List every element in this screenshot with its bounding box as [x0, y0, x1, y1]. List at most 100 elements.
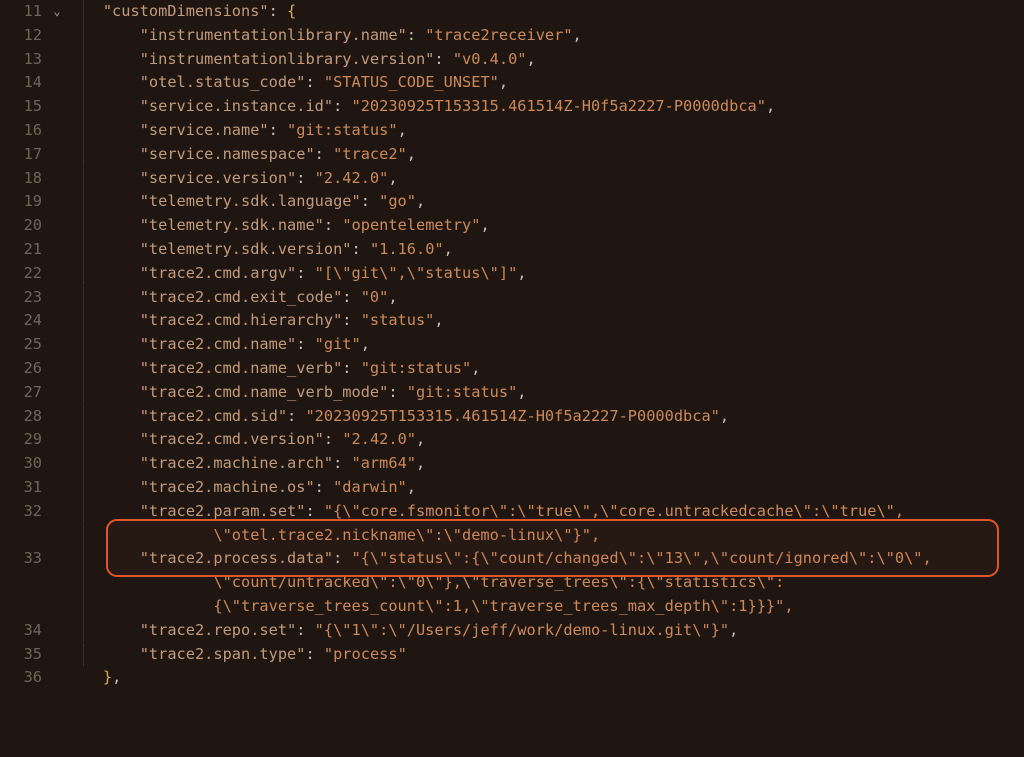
- code-line[interactable]: 20 "telemetry.sdk.name": "opentelemetry"…: [0, 214, 1024, 238]
- code-line[interactable]: 32 "trace2.param.set": "{\"core.fsmonito…: [0, 500, 1024, 524]
- code-line[interactable]: 11⌄ "customDimensions": {: [0, 0, 1024, 24]
- code-content[interactable]: "trace2.machine.arch": "arm64",: [66, 452, 1024, 476]
- json-key: "trace2.cmd.name": [140, 335, 297, 353]
- code-content[interactable]: "trace2.cmd.sid": "20230925T153315.46151…: [66, 405, 1024, 429]
- code-line[interactable]: 35 "trace2.span.type": "process": [0, 643, 1024, 667]
- json-key: "service.instance.id": [140, 97, 333, 115]
- colon: :: [296, 621, 314, 639]
- code-line[interactable]: 29 "trace2.cmd.version": "2.42.0",: [0, 428, 1024, 452]
- code-content[interactable]: "trace2.repo.set": "{\"1\":\"/Users/jeff…: [66, 619, 1024, 643]
- json-key: "trace2.cmd.argv": [140, 264, 297, 282]
- code-content[interactable]: "trace2.cmd.version": "2.42.0",: [66, 428, 1024, 452]
- code-content[interactable]: "trace2.cmd.hierarchy": "status",: [66, 309, 1024, 333]
- code-content[interactable]: \"otel.trace2.nickname\":\"demo-linux\"}…: [66, 524, 1024, 548]
- code-content[interactable]: "otel.status_code": "STATUS_CODE_UNSET",: [66, 71, 1024, 95]
- code-content[interactable]: "service.name": "git:status",: [66, 119, 1024, 143]
- code-line[interactable]: 21 "telemetry.sdk.version": "1.16.0",: [0, 238, 1024, 262]
- json-string: "status": [361, 311, 435, 329]
- code-content[interactable]: "trace2.span.type": "process": [66, 643, 1024, 667]
- code-content[interactable]: },: [66, 666, 1024, 690]
- code-editor[interactable]: 11⌄ "customDimensions": {12 "instrumenta…: [0, 0, 1024, 690]
- code-content[interactable]: "service.namespace": "trace2",: [66, 143, 1024, 167]
- fold-gutter: [48, 619, 66, 621]
- code-content[interactable]: "service.instance.id": "20230925T153315.…: [66, 95, 1024, 119]
- code-line[interactable]: 23 "trace2.cmd.exit_code": "0",: [0, 286, 1024, 310]
- code-line[interactable]: 16 "service.name": "git:status",: [0, 119, 1024, 143]
- colon: :: [407, 26, 425, 44]
- indent: [66, 169, 140, 187]
- code-line[interactable]: 12 "instrumentationlibrary.name": "trace…: [0, 24, 1024, 48]
- code-content[interactable]: "telemetry.sdk.name": "opentelemetry",: [66, 214, 1024, 238]
- code-line[interactable]: 36 },: [0, 666, 1024, 690]
- code-content[interactable]: "trace2.cmd.exit_code": "0",: [66, 286, 1024, 310]
- json-string-continuation: {\"traverse_trees_count\":1,\"traverse_t…: [213, 597, 793, 615]
- code-content[interactable]: "customDimensions": {: [66, 0, 1024, 24]
- code-line[interactable]: 14 "otel.status_code": "STATUS_CODE_UNSE…: [0, 71, 1024, 95]
- code-line[interactable]: 25 "trace2.cmd.name": "git",: [0, 333, 1024, 357]
- colon: :: [287, 407, 305, 425]
- json-key: "trace2.machine.arch": [140, 454, 333, 472]
- code-content[interactable]: "trace2.cmd.name_verb": "git:status",: [66, 357, 1024, 381]
- fold-gutter[interactable]: ⌄: [48, 0, 66, 21]
- json-key: "trace2.param.set": [140, 502, 306, 520]
- code-content[interactable]: "trace2.cmd.name": "git",: [66, 333, 1024, 357]
- code-line[interactable]: 26 "trace2.cmd.name_verb": "git:status",: [0, 357, 1024, 381]
- colon: :: [333, 454, 351, 472]
- code-line[interactable]: 24 "trace2.cmd.hierarchy": "status",: [0, 309, 1024, 333]
- fold-gutter: [48, 71, 66, 73]
- code-line[interactable]: 33 "trace2.process.data": "{\"status\":{…: [0, 547, 1024, 571]
- code-line[interactable]: 27 "trace2.cmd.name_verb_mode": "git:sta…: [0, 381, 1024, 405]
- code-content[interactable]: "instrumentationlibrary.name": "trace2re…: [66, 24, 1024, 48]
- code-line[interactable]: 28 "trace2.cmd.sid": "20230925T153315.46…: [0, 405, 1024, 429]
- code-content[interactable]: "instrumentationlibrary.version": "v0.4.…: [66, 48, 1024, 72]
- indent: [66, 359, 140, 377]
- code-content[interactable]: "trace2.cmd.name_verb_mode": "git:status…: [66, 381, 1024, 405]
- code-content[interactable]: \"count/untracked\":\"0\"},\"traverse_tr…: [66, 571, 1024, 595]
- code-line[interactable]: 19 "telemetry.sdk.language": "go",: [0, 190, 1024, 214]
- indent: [66, 407, 140, 425]
- code-content[interactable]: {\"traverse_trees_count\":1,\"traverse_t…: [66, 595, 1024, 619]
- colon: :: [305, 73, 323, 91]
- json-string: "opentelemetry": [342, 216, 480, 234]
- colon: :: [361, 192, 379, 210]
- code-line[interactable]: 13 "instrumentationlibrary.version": "v0…: [0, 48, 1024, 72]
- json-string: "git:status": [361, 359, 472, 377]
- code-content[interactable]: "trace2.machine.os": "darwin",: [66, 476, 1024, 500]
- json-string: "{\"core.fsmonitor\":\"true\",\"core.unt…: [324, 502, 904, 520]
- line-number: 33: [0, 547, 48, 571]
- code-line[interactable]: 15 "service.instance.id": "20230925T1533…: [0, 95, 1024, 119]
- code-line[interactable]: {\"traverse_trees_count\":1,\"traverse_t…: [0, 595, 1024, 619]
- code-content[interactable]: "telemetry.sdk.version": "1.16.0",: [66, 238, 1024, 262]
- code-line[interactable]: 17 "service.namespace": "trace2",: [0, 143, 1024, 167]
- indent-guide: [83, 0, 84, 24]
- comma: ,: [434, 311, 443, 329]
- code-line[interactable]: 31 "trace2.machine.os": "darwin",: [0, 476, 1024, 500]
- code-line[interactable]: 18 "service.version": "2.42.0",: [0, 167, 1024, 191]
- line-number: 29: [0, 428, 48, 452]
- json-key: "trace2.cmd.hierarchy": [140, 311, 343, 329]
- code-line[interactable]: 30 "trace2.machine.arch": "arm64",: [0, 452, 1024, 476]
- code-content[interactable]: "service.version": "2.42.0",: [66, 167, 1024, 191]
- fold-gutter: [48, 190, 66, 192]
- colon: :: [296, 335, 314, 353]
- indent-guide: [83, 286, 84, 310]
- indent: [66, 335, 140, 353]
- line-number: 18: [0, 167, 48, 191]
- code-line[interactable]: \"otel.trace2.nickname\":\"demo-linux\"}…: [0, 524, 1024, 548]
- indent-guide: [83, 500, 84, 524]
- code-content[interactable]: "telemetry.sdk.language": "go",: [66, 190, 1024, 214]
- code-line[interactable]: \"count/untracked\":\"0\"},\"traverse_tr…: [0, 571, 1024, 595]
- indent: [66, 240, 140, 258]
- comma: ,: [112, 668, 121, 686]
- comma: ,: [471, 359, 480, 377]
- code-content[interactable]: "trace2.param.set": "{\"core.fsmonitor\"…: [66, 500, 1024, 524]
- json-key: "telemetry.sdk.language": [140, 192, 361, 210]
- indent-guide: [83, 333, 84, 357]
- comma: ,: [517, 383, 526, 401]
- code-content[interactable]: "trace2.process.data": "{\"status\":{\"c…: [66, 547, 1024, 571]
- json-key: "otel.status_code": [140, 73, 306, 91]
- code-content[interactable]: "trace2.cmd.argv": "[\"git\",\"status\"]…: [66, 262, 1024, 286]
- code-line[interactable]: 34 "trace2.repo.set": "{\"1\":\"/Users/j…: [0, 619, 1024, 643]
- json-string: "[\"git\",\"status\"]": [315, 264, 518, 282]
- code-line[interactable]: 22 "trace2.cmd.argv": "[\"git\",\"status…: [0, 262, 1024, 286]
